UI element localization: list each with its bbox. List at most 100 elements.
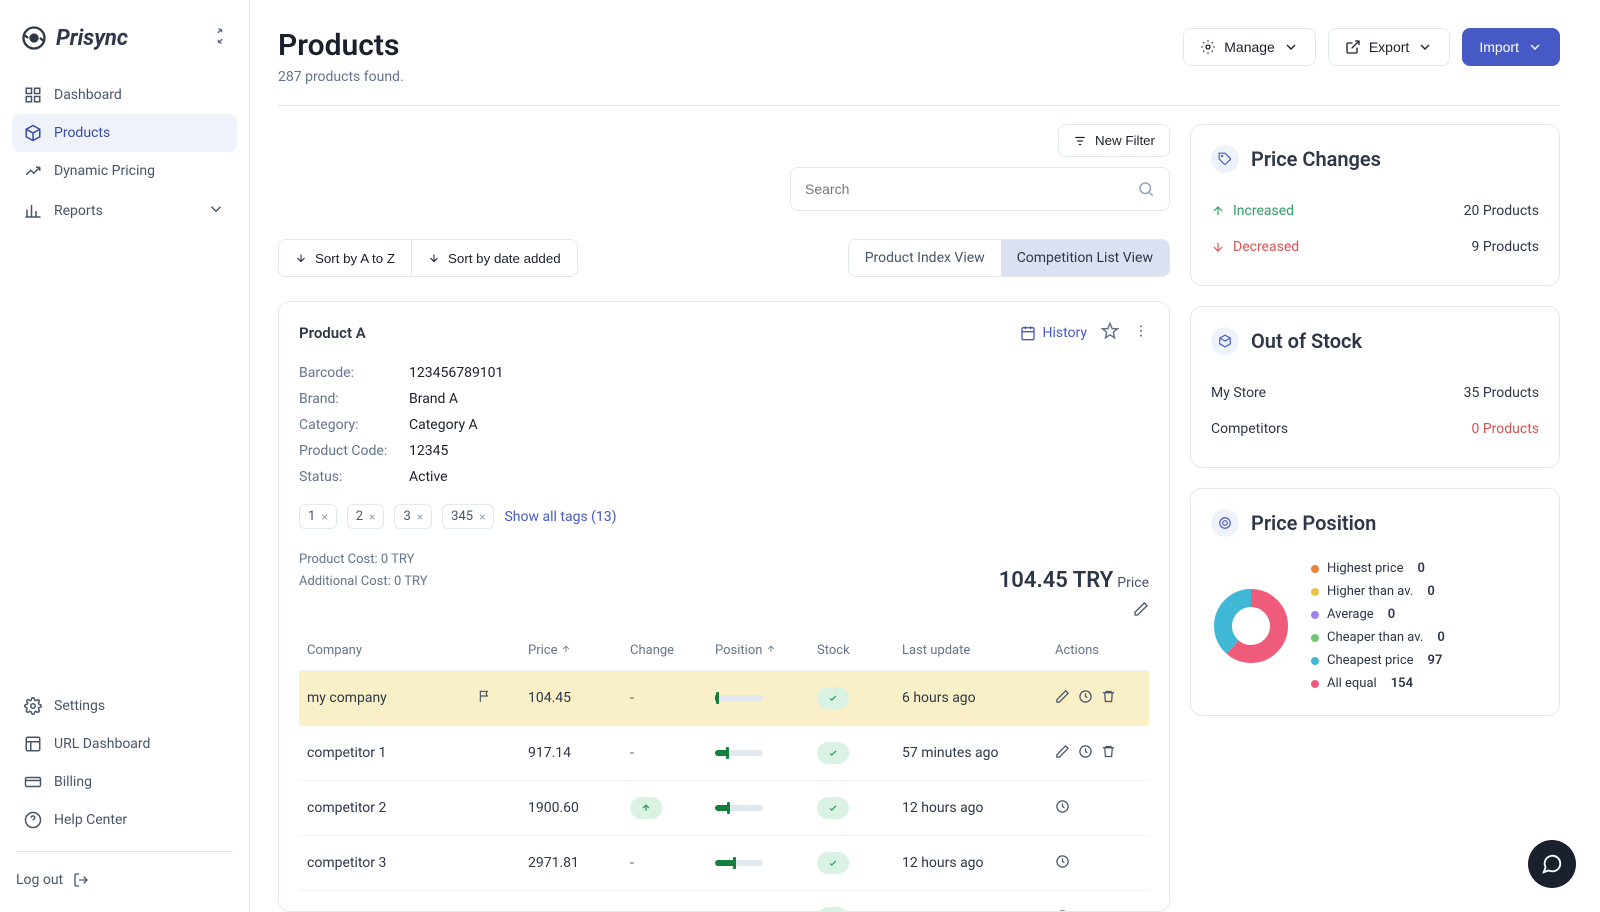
out-of-stock-panel: Out of Stock My Store 35 Products Compet… [1190,306,1560,468]
position-bar [715,750,763,756]
tag-remove-icon[interactable]: × [417,510,423,524]
search-input-wrap [790,167,1170,211]
stock-ok-icon [817,687,849,709]
clock-icon[interactable] [1078,744,1093,763]
additional-cost: Additional Cost: 0 TRY [299,571,428,593]
position-bar [715,805,763,811]
page-title: Products [278,28,404,63]
chevron-down-icon [207,200,225,222]
logout-button[interactable]: Log out [12,864,237,896]
sidebar-item-reports[interactable]: Reports [12,190,237,232]
last-update-cell: 57 minutes ago [894,726,1047,781]
last-update-cell: 12 hours ago [894,836,1047,891]
history-link[interactable]: History [1020,325,1087,341]
table-row: competitor 2 1900.60 12 hours ago [299,781,1149,836]
star-icon[interactable] [1101,322,1119,344]
change-up-icon [630,797,662,819]
sidebar-item-label: Dynamic Pricing [54,163,155,179]
sidebar-item-label: URL Dashboard [54,736,150,752]
trash-icon[interactable] [1101,689,1116,708]
tag-remove-icon[interactable]: × [479,510,485,524]
tab-product-index-view[interactable]: Product Index View [849,240,1001,276]
product-name: Product A [299,324,366,342]
sort-by-date-button[interactable]: Sort by date added [411,240,577,276]
tag-icon [1211,145,1239,173]
company-name: competitor 2 [307,800,386,816]
sidebar-item-help-center[interactable]: Help Center [12,801,237,839]
edit-icon[interactable] [1055,689,1070,708]
competitor-table: Company Price Change Position Stock Last… [299,631,1149,912]
trash-icon[interactable] [1101,744,1116,763]
sidebar-item-products[interactable]: Products [12,114,237,152]
company-name: competitor 1 [307,745,386,761]
search-input[interactable] [805,181,1137,197]
stock-ok-icon [817,852,849,874]
company-name: competitor 3 [307,855,386,871]
sidebar-item-dashboard[interactable]: Dashboard [12,76,237,114]
show-all-tags-link[interactable]: Show all tags (13) [504,509,616,525]
price-cell: 1900.60 [520,781,622,836]
sidebar-item-label: Products [54,125,110,141]
stock-ok-icon [817,907,849,912]
position-bar [715,860,763,866]
sidebar-item-label: Billing [54,774,92,790]
page-subtitle: 287 products found. [278,69,404,85]
manage-button[interactable]: Manage [1183,28,1316,66]
edit-icon[interactable] [1133,601,1149,621]
more-icon[interactable] [1133,323,1149,343]
product-cost: Product Cost: 0 TRY [299,549,428,571]
legend-item: Highest price0 [1311,557,1445,580]
product-card: Product A History [278,301,1170,912]
table-row: competitor 44003.39-12 hours ago [299,891,1149,912]
change-none: - [630,855,634,871]
legend-item: All equal154 [1311,672,1445,695]
clock-icon[interactable] [1055,799,1070,818]
sidebar-item-label: Help Center [54,812,127,828]
sidebar-item-settings[interactable]: Settings [12,687,237,725]
sidebar-item-label: Settings [54,698,105,714]
tag[interactable]: 1 × [299,504,337,529]
sidebar-item-dynamic-pricing[interactable]: Dynamic Pricing [12,152,237,190]
legend-item: Higher than av.0 [1311,580,1445,603]
tag[interactable]: 3 × [394,504,432,529]
sidebar-collapse-icon[interactable] [211,27,229,49]
table-row: my company104.45-6 hours ago [299,671,1149,726]
flag-icon[interactable] [478,689,492,707]
sidebar-item-label: Dashboard [54,87,122,103]
tag-remove-icon[interactable]: × [321,510,327,524]
last-update-cell: 6 hours ago [894,671,1047,726]
sidebar-item-billing[interactable]: Billing [12,763,237,801]
tab-competition-list-view[interactable]: Competition List View [1001,240,1169,276]
last-update-cell: 12 hours ago [894,891,1047,912]
clock-icon[interactable] [1055,854,1070,873]
company-name: my company [307,690,387,706]
target-icon [1211,509,1239,537]
position-bar [715,695,763,701]
stock-ok-icon [817,797,849,819]
tag-remove-icon[interactable]: × [369,510,375,524]
import-button[interactable]: Import [1462,28,1560,66]
legend-item: Cheapest price97 [1311,649,1445,672]
tag[interactable]: 345 × [442,504,494,529]
table-row: competitor 1917.14-57 minutes ago [299,726,1149,781]
product-price: 104.45 TRYPrice [999,568,1149,593]
export-button[interactable]: Export [1328,28,1450,66]
table-row: competitor 3 2971.81- 12 hours ago [299,836,1149,891]
last-update-cell: 12 hours ago [894,781,1047,836]
price-cell: 917.14 [520,726,622,781]
legend-item: Cheaper than av.0 [1311,626,1445,649]
clock-icon[interactable] [1078,689,1093,708]
sidebar-item-label: Reports [54,203,103,219]
legend-item: Average0 [1311,603,1445,626]
tag[interactable]: 2 × [347,504,385,529]
price-cell: 2971.81 [520,836,622,891]
stock-ok-icon [817,742,849,764]
search-icon [1137,180,1155,198]
edit-icon[interactable] [1055,744,1070,763]
chat-fab[interactable] [1528,840,1576,888]
sort-a-to-z-button[interactable]: Sort by A to Z [279,240,411,276]
price-changes-panel: Price Changes Increased 20 Products Decr… [1190,124,1560,286]
sidebar-item-url-dashboard[interactable]: URL Dashboard [12,725,237,763]
new-filter-button[interactable]: New Filter [1058,124,1170,157]
change-none: - [630,690,634,706]
